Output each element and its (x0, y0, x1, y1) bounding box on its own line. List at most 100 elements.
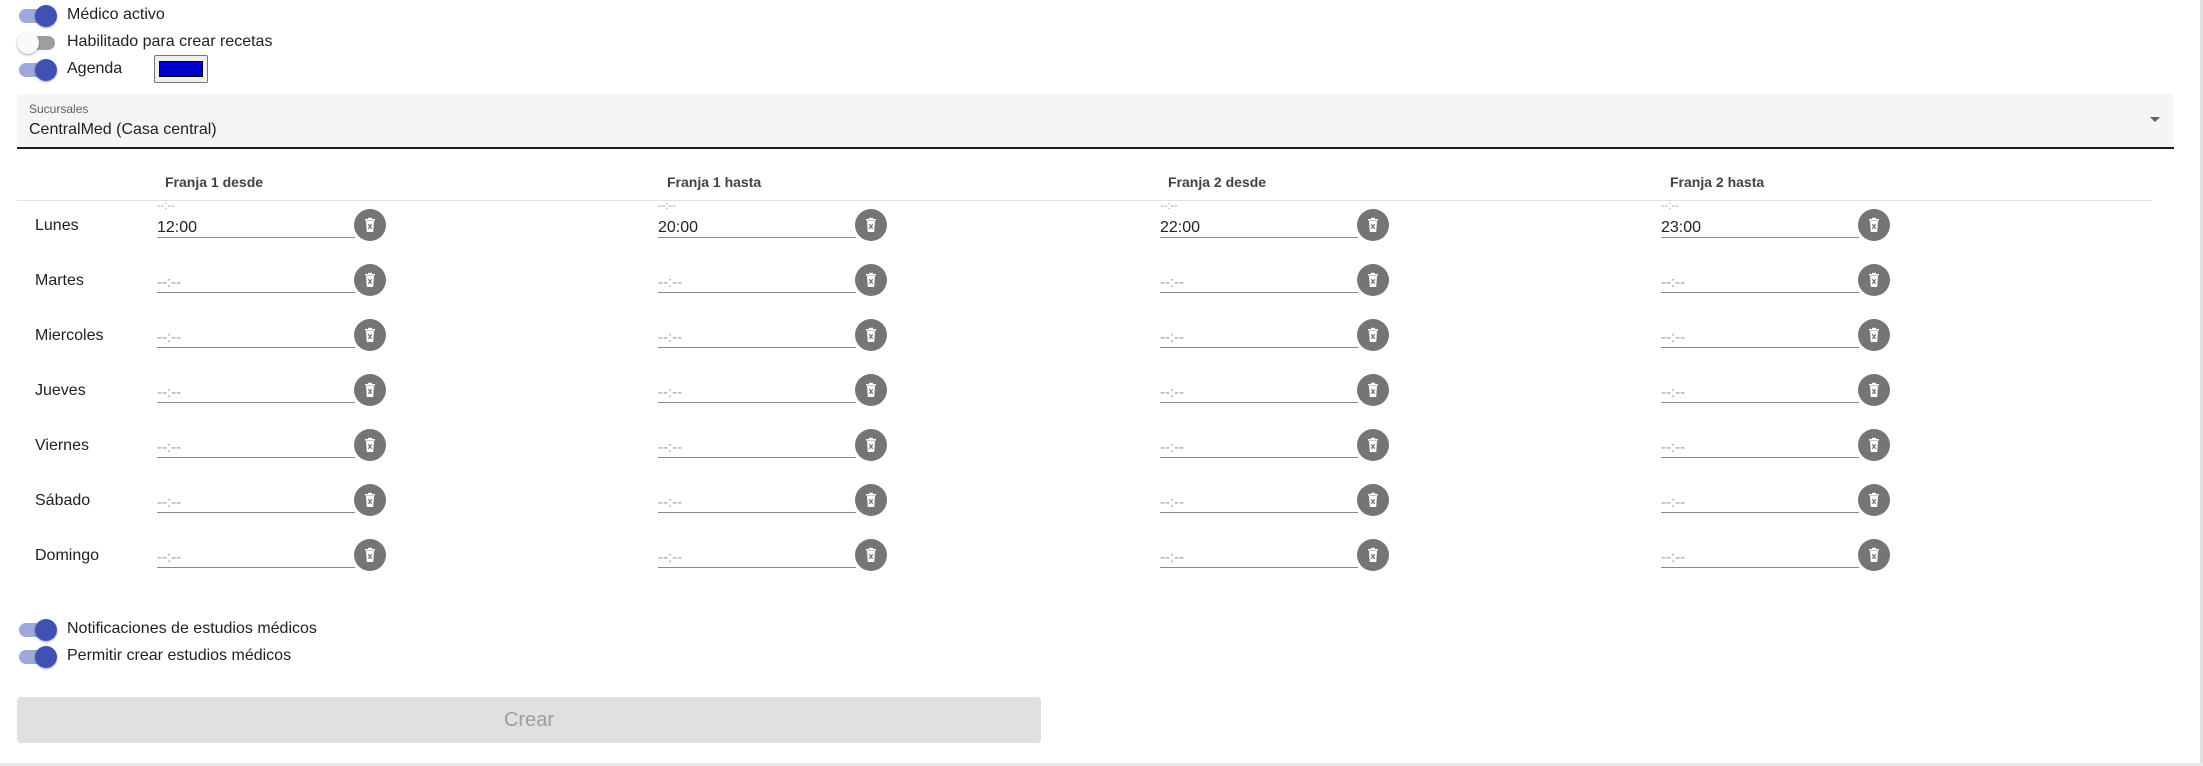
trash-clear-icon[interactable] (1858, 264, 1890, 296)
day-label: Jueves (35, 382, 86, 399)
habilitado-recetas-label: Habilitado para crear recetas (67, 33, 273, 50)
time-input[interactable]: --:-- (658, 477, 856, 513)
time-input[interactable]: --:-- (157, 367, 355, 403)
time-placeholder: --:-- (157, 439, 182, 456)
time-placeholder: --:-- (658, 439, 683, 456)
trash-clear-icon[interactable] (855, 539, 887, 571)
medico-activo-switch[interactable] (17, 2, 57, 28)
time-placeholder: --:-- (658, 549, 683, 566)
time-input[interactable]: --:-- (157, 477, 355, 513)
time-input[interactable]: --:-- (658, 312, 856, 348)
time-placeholder: --:-- (1661, 384, 1686, 401)
trash-clear-icon[interactable] (1357, 264, 1389, 296)
trash-clear-icon[interactable] (1357, 484, 1389, 516)
time-input[interactable]: --:-- (1661, 257, 1859, 293)
create-button[interactable]: Crear (17, 697, 1041, 743)
permitir-estudios-switch[interactable] (17, 643, 57, 669)
time-input[interactable]: --:-- (1661, 367, 1859, 403)
time-placeholder: --:-- (1160, 439, 1185, 456)
trash-clear-icon[interactable] (1357, 374, 1389, 406)
time-placeholder: --:-- (658, 200, 676, 212)
time-input[interactable]: --:-- (658, 532, 856, 568)
trash-clear-icon[interactable] (1858, 319, 1890, 351)
notificaciones-switch[interactable] (17, 616, 57, 642)
trash-clear-icon[interactable] (1858, 374, 1890, 406)
sucursales-label: Sucursales (29, 102, 89, 116)
notificaciones-label: Notificaciones de estudios médicos (67, 620, 317, 637)
time-input[interactable]: --:-- (157, 312, 355, 348)
time-input[interactable]: --:-- (1160, 312, 1358, 348)
time-placeholder: --:-- (157, 200, 175, 212)
trash-clear-icon[interactable] (1357, 429, 1389, 461)
time-input[interactable]: --:-- (1661, 477, 1859, 513)
sucursales-select[interactable]: Sucursales CentralMed (Casa central) (17, 94, 2174, 149)
trash-clear-icon[interactable] (354, 429, 386, 461)
trash-clear-icon[interactable] (855, 484, 887, 516)
time-placeholder: --:-- (1160, 384, 1185, 401)
time-input[interactable]: --:-- 12:00 (157, 200, 355, 238)
time-placeholder: --:-- (1160, 329, 1185, 346)
trash-clear-icon[interactable] (855, 374, 887, 406)
col-franja-2-desde: Franja 2 desde (1168, 174, 1267, 190)
trash-clear-icon[interactable] (1858, 209, 1890, 241)
time-input[interactable]: --:-- (1661, 532, 1859, 568)
trash-clear-icon[interactable] (1858, 429, 1890, 461)
trash-clear-icon[interactable] (354, 209, 386, 241)
time-input[interactable]: --:-- 23:00 (1661, 200, 1859, 238)
col-franja-1-desde: Franja 1 desde (165, 174, 264, 190)
time-placeholder: --:-- (1661, 439, 1686, 456)
trash-clear-icon[interactable] (354, 264, 386, 296)
trash-clear-icon[interactable] (855, 319, 887, 351)
time-placeholder: --:-- (1160, 200, 1178, 212)
time-input[interactable]: --:-- (1160, 532, 1358, 568)
trash-clear-icon[interactable] (855, 264, 887, 296)
medico-activo-label: Médico activo (67, 6, 165, 23)
chevron-down-icon[interactable] (2150, 117, 2160, 122)
time-input[interactable]: --:-- (157, 422, 355, 458)
time-placeholder: --:-- (157, 494, 182, 511)
day-label: Martes (35, 272, 84, 289)
time-value: 20:00 (658, 219, 699, 236)
time-input[interactable]: --:-- (658, 367, 856, 403)
time-placeholder: --:-- (157, 549, 182, 566)
trash-clear-icon[interactable] (1357, 209, 1389, 241)
agenda-row: Agenda (17, 55, 209, 83)
trash-clear-icon[interactable] (855, 209, 887, 241)
time-input[interactable]: --:-- (1160, 477, 1358, 513)
agenda-switch[interactable] (17, 56, 57, 82)
trash-clear-icon[interactable] (855, 429, 887, 461)
time-placeholder: --:-- (1661, 329, 1686, 346)
time-input[interactable]: --:-- (658, 257, 856, 293)
time-input[interactable]: --:-- (157, 532, 355, 568)
trash-clear-icon[interactable] (354, 539, 386, 571)
time-value: 12:00 (157, 219, 198, 236)
time-input[interactable]: --:-- (658, 422, 856, 458)
time-input[interactable]: --:-- (1661, 422, 1859, 458)
time-input[interactable]: --:-- (1661, 312, 1859, 348)
time-input[interactable]: --:-- (1160, 422, 1358, 458)
trash-clear-icon[interactable] (354, 374, 386, 406)
time-value: 22:00 (1160, 219, 1201, 236)
trash-clear-icon[interactable] (354, 484, 386, 516)
schedule-header: Franja 1 desde Franja 1 hasta Franja 2 d… (17, 168, 2152, 201)
time-input[interactable]: --:-- (1160, 367, 1358, 403)
time-input[interactable]: --:-- (157, 257, 355, 293)
time-placeholder: --:-- (1661, 549, 1686, 566)
day-label: Domingo (35, 547, 100, 564)
habilitado-recetas-row: Habilitado para crear recetas (17, 29, 272, 55)
trash-clear-icon[interactable] (1357, 539, 1389, 571)
time-input[interactable]: --:-- 22:00 (1160, 200, 1358, 238)
time-placeholder: --:-- (658, 494, 683, 511)
day-label: Lunes (35, 217, 79, 234)
time-placeholder: --:-- (157, 384, 182, 401)
time-input[interactable]: --:-- (1160, 257, 1358, 293)
time-input[interactable]: --:-- 20:00 (658, 200, 856, 238)
trash-clear-icon[interactable] (1357, 319, 1389, 351)
trash-clear-icon[interactable] (1858, 539, 1890, 571)
habilitado-recetas-switch[interactable] (17, 29, 57, 55)
trash-clear-icon[interactable] (1858, 484, 1890, 516)
trash-clear-icon[interactable] (354, 319, 386, 351)
agenda-color-picker[interactable] (154, 55, 209, 83)
sucursales-value: CentralMed (Casa central) (29, 121, 217, 138)
permitir-estudios-label: Permitir crear estudios médicos (67, 647, 292, 664)
